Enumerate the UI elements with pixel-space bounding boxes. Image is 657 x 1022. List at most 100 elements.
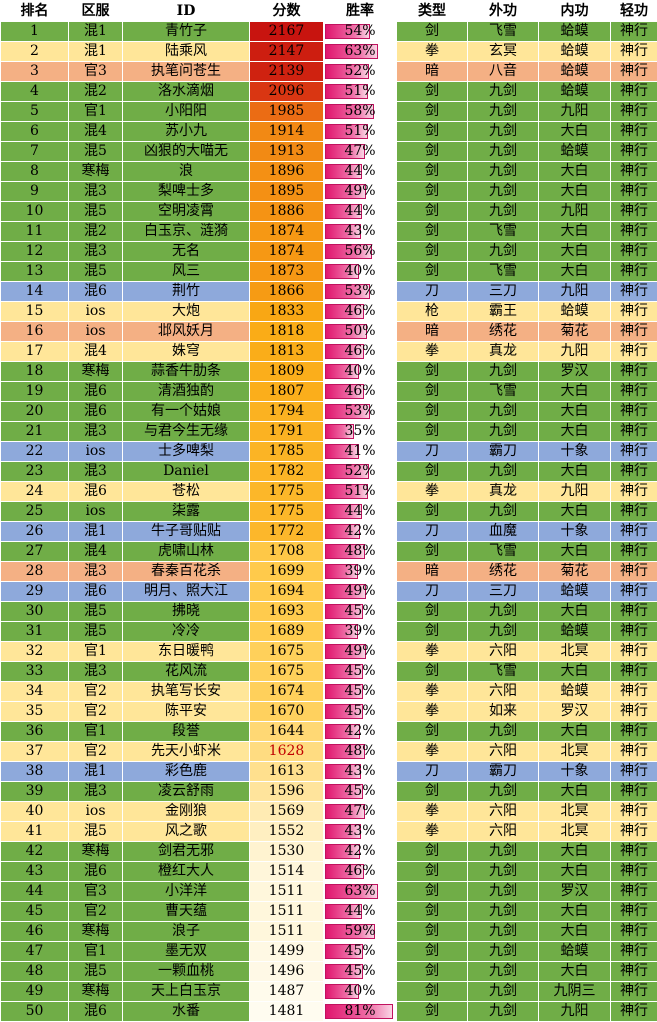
cell-server: 混6 [68, 281, 123, 302]
cell-light-skill: 神行 [610, 21, 657, 42]
table-row: 21 混3 与君今生无缘 1791 35% 剑九剑 大白 神行 [0, 421, 657, 442]
cell-type: 剑 [396, 381, 468, 402]
cell-outer-skill: 九剑 [467, 141, 539, 162]
cell-rank: 26 [0, 521, 69, 542]
cell-player-id: 天上白玉京 [122, 981, 250, 1002]
cell-rank: 20 [0, 401, 69, 422]
cell-inner-skill: 北冥 [538, 641, 611, 662]
cell-server: 混5 [68, 261, 123, 282]
cell-light-skill: 神行 [610, 681, 657, 702]
cell-player-id: 士多啤梨 [122, 441, 250, 462]
cell-player-id: 一颗血桃 [122, 961, 250, 982]
cell-server: 混1 [68, 521, 123, 542]
cell-winrate: 63% [323, 881, 397, 902]
cell-server: 混6 [68, 481, 123, 502]
table-row: 19 混6 清酒独酌 1807 46% 剑飞雪 大白 神行 [0, 381, 657, 402]
cell-rank: 42 [0, 841, 69, 862]
cell-score: 2167 [249, 21, 324, 42]
cell-winrate: 46% [323, 861, 397, 882]
winrate-text: 47% [344, 143, 376, 159]
table-row: 32 官1 东日暖鸭 1675 49% 拳六阳 北冥 神行 [0, 641, 657, 662]
cell-type: 拳 [396, 41, 468, 62]
cell-inner-skill: 九阳 [538, 341, 611, 362]
cell-rank: 12 [0, 241, 69, 262]
cell-winrate: 53% [323, 281, 397, 302]
winrate-text: 51% [344, 83, 376, 99]
cell-light-skill: 神行 [610, 961, 657, 982]
table-row: 34 官2 执笔写长安 1674 45% 拳六阳 蛤蟆 神行 [0, 681, 657, 702]
cell-server: ios [68, 301, 123, 322]
cell-type: 剑 [396, 101, 468, 122]
winrate-text: 39% [344, 563, 376, 579]
cell-player-id: 春秦百花杀 [122, 561, 250, 582]
winrate-text: 40% [344, 263, 376, 279]
cell-score: 1874 [249, 241, 324, 262]
cell-server: 混5 [68, 961, 123, 982]
cell-score: 1772 [249, 521, 324, 542]
cell-inner-skill: 大白 [538, 421, 611, 442]
cell-player-id: 水番 [122, 1001, 250, 1022]
cell-light-skill: 神行 [610, 201, 657, 222]
cell-outer-skill: 血魔 [467, 521, 539, 542]
cell-score: 1775 [249, 501, 324, 522]
cell-outer-skill: 九剑 [467, 181, 539, 202]
cell-inner-skill: 大白 [538, 721, 611, 742]
table-row: 46 寒梅 浪子 1511 59% 剑九剑 大白 神行 [0, 921, 657, 942]
cell-server: 混6 [68, 1001, 123, 1022]
winrate-text: 40% [344, 363, 376, 379]
cell-type: 剑 [396, 241, 468, 262]
cell-inner-skill: 大白 [538, 161, 611, 182]
cell-outer-skill: 霸刀 [467, 441, 539, 462]
winrate-text: 49% [344, 583, 376, 599]
cell-server: 寒梅 [68, 841, 123, 862]
winrate-text: 53% [344, 283, 376, 299]
cell-light-skill: 神行 [610, 101, 657, 122]
cell-player-id: 浪 [122, 161, 250, 182]
cell-outer-skill: 九剑 [467, 81, 539, 102]
table-row: 31 混5 冷冷 1689 39% 剑九剑 蛤蟆 神行 [0, 621, 657, 642]
cell-winrate: 54% [323, 21, 397, 42]
cell-player-id: 空明凌霄 [122, 201, 250, 222]
cell-type: 剑 [396, 601, 468, 622]
cell-winrate: 59% [323, 921, 397, 942]
winrate-text: 52% [344, 63, 376, 79]
cell-light-skill: 神行 [610, 1001, 657, 1022]
cell-outer-skill: 真龙 [467, 341, 539, 362]
cell-rank: 47 [0, 941, 69, 962]
table-row: 22 ios 士多啤梨 1785 41% 刀霸刀 十象 神行 [0, 441, 657, 462]
cell-rank: 24 [0, 481, 69, 502]
cell-score: 1675 [249, 661, 324, 682]
cell-outer-skill: 八音 [467, 61, 539, 82]
cell-inner-skill: 大白 [538, 501, 611, 522]
winrate-text: 45% [344, 603, 376, 619]
cell-inner-skill: 大白 [538, 601, 611, 622]
cell-light-skill: 神行 [610, 881, 657, 902]
cell-server: 寒梅 [68, 161, 123, 182]
winrate-text: 53% [344, 403, 376, 419]
winrate-text: 58% [344, 103, 376, 119]
cell-score: 1596 [249, 781, 324, 802]
cell-rank: 9 [0, 181, 69, 202]
winrate-text: 51% [344, 123, 376, 139]
cell-outer-skill: 九剑 [467, 421, 539, 442]
cell-player-id: 蒜香牛肋条 [122, 361, 250, 382]
cell-type: 剑 [396, 881, 468, 902]
cell-rank: 37 [0, 741, 69, 762]
cell-type: 剑 [396, 781, 468, 802]
winrate-text: 59% [344, 923, 376, 939]
cell-winrate: 52% [323, 461, 397, 482]
cell-outer-skill: 如来 [467, 701, 539, 722]
winrate-text: 44% [344, 903, 376, 919]
winrate-text: 48% [344, 743, 376, 759]
cell-score: 1613 [249, 761, 324, 782]
cell-winrate: 46% [323, 381, 397, 402]
cell-server: 官1 [68, 941, 123, 962]
cell-inner-skill: 十象 [538, 441, 611, 462]
table-row: 28 混3 春秦百花杀 1699 39% 暗绣花 菊花 神行 [0, 561, 657, 582]
cell-rank: 15 [0, 301, 69, 322]
cell-server: 官2 [68, 741, 123, 762]
cell-type: 剑 [396, 201, 468, 222]
winrate-text: 45% [344, 963, 376, 979]
cell-inner-skill: 蛤蟆 [538, 41, 611, 62]
table-row: 3 官3 执笔问苍生 2139 52% 暗八音 蛤蟆 神行 [0, 61, 657, 82]
